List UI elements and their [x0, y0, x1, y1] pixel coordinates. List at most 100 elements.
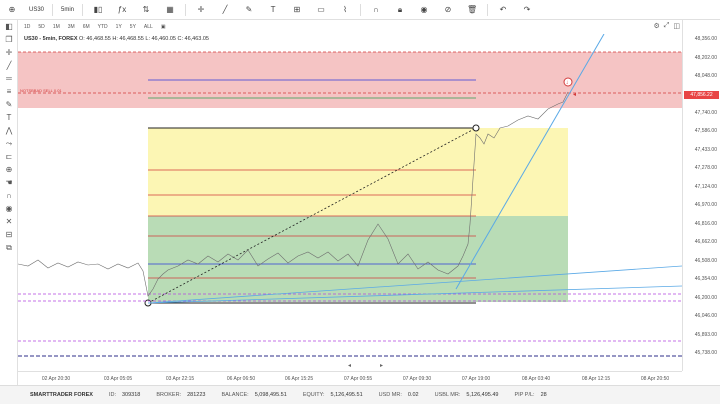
trash-icon[interactable]: 🗑︎	[460, 0, 484, 20]
time-label: 06 Apr 15:25	[284, 376, 314, 382]
line-tool-icon[interactable]: ╱	[213, 0, 237, 20]
fib-anchor-end[interactable]	[472, 124, 480, 132]
visibility-icon[interactable]: ◉	[412, 0, 436, 20]
time-axis[interactable]: 02 Apr 20:30 03 Apr 05:05 03 Apr 22:15 0…	[18, 371, 682, 385]
order-label[interactable]: NOTSBBAD SELL 0.01	[20, 88, 62, 93]
add-symbol-icon[interactable]: ⊕	[0, 0, 24, 20]
fullscreen-icon[interactable]: ⤢	[664, 22, 670, 30]
crosshair-icon[interactable]: ✛	[0, 46, 18, 59]
time-label: 02 Apr 20:30	[41, 376, 71, 382]
scroll-right-icon[interactable]: ▸	[380, 363, 383, 369]
trend-line-icon[interactable]: ╱	[0, 59, 18, 72]
range-1m[interactable]: 1M	[49, 24, 64, 30]
range-6m[interactable]: 6M	[79, 24, 94, 30]
range-3m[interactable]: 3M	[64, 24, 79, 30]
layers-icon[interactable]: ◧	[0, 20, 18, 33]
settings-icon[interactable]: ⚙	[653, 22, 659, 30]
price-label: 46,354.00	[694, 276, 717, 282]
range-5y[interactable]: 5Y	[126, 24, 140, 30]
price-label: 46,046.00	[694, 313, 717, 319]
usbl-mr-label: USBL MR:	[434, 392, 461, 398]
cursor-icon[interactable]: ✛	[189, 0, 213, 20]
price-label: 47,586.00	[694, 128, 717, 134]
range-5d[interactable]: 5D	[34, 24, 48, 30]
pattern-tool-icon[interactable]: ⋀	[0, 124, 18, 137]
chart-canvas[interactable]: ↓ ◂ ◂ ▸	[17, 33, 683, 371]
balance-value: 5,098,495.51	[254, 392, 287, 398]
range-1d[interactable]: 1D	[20, 24, 34, 30]
price-label: 45,893.00	[694, 332, 717, 338]
price-axis[interactable]: 48,356.00 48,202.00 48,048.00 47,856.22 …	[682, 20, 720, 371]
usbl-mr-value: 5,126,495.49	[466, 392, 499, 398]
lock-tool-icon[interactable]: ⊟	[0, 228, 18, 241]
pen-icon[interactable]: ✎	[237, 0, 261, 20]
eye-tool-icon[interactable]: ◉	[0, 202, 18, 215]
time-label: 03 Apr 05:05	[103, 376, 133, 382]
time-label: 03 Apr 22:15	[165, 376, 195, 382]
time-label: 07 Apr 00:55	[343, 376, 373, 382]
forecast-icon[interactable]: ⤳	[0, 137, 18, 150]
equity-label: EQUITY:	[302, 392, 325, 398]
id-value: 309318	[121, 392, 141, 398]
pip-label: PIP P/L:	[514, 392, 535, 398]
balance-label: BALANCE:	[221, 392, 249, 398]
screenshot-icon[interactable]: ◫	[673, 22, 680, 30]
compare-icon[interactable]: ⇅	[134, 0, 158, 20]
copy-icon[interactable]: ❐	[0, 33, 18, 46]
usd-mr-label: USD MR:	[378, 392, 402, 398]
brush-icon[interactable]: ✎	[0, 98, 18, 111]
fib-icon[interactable]: ≡	[0, 85, 18, 98]
time-label: 08 Apr 20:50	[640, 376, 670, 382]
text-tool-icon[interactable]: T	[0, 111, 18, 124]
account-id: ID: 309318	[101, 392, 148, 398]
time-label: 07 Apr 09:30	[402, 376, 432, 382]
stack-icon[interactable]: ⧉	[0, 241, 18, 254]
sell-order-arrow-icon: ↓	[566, 80, 569, 86]
hide-icon[interactable]: ⊘	[436, 0, 460, 20]
chart-pane[interactable]: ↓ ◂ ◂ ▸	[17, 33, 683, 371]
candle-type-icon[interactable]: ▮▯	[86, 0, 110, 20]
lock-icon[interactable]: 🔒︎	[388, 0, 412, 20]
range-1y[interactable]: 1Y	[112, 24, 126, 30]
magnet-tool-icon[interactable]: ∩	[0, 189, 18, 202]
measure-icon[interactable]: ⊞	[285, 0, 309, 20]
calendar-icon[interactable]: ▣	[157, 24, 170, 30]
symbol-selector[interactable]: US30	[24, 0, 49, 20]
price-label: 46,508.00	[694, 258, 717, 264]
usbl-mr-info: USBL MR: 5,126,495.49	[427, 392, 507, 398]
equity-info: EQUITY: 5,126,495.51	[295, 392, 371, 398]
price-label: 46,816.00	[694, 221, 717, 227]
ruler-icon[interactable]: ⊏	[0, 150, 18, 163]
shape-icon[interactable]: ▭	[309, 0, 333, 20]
text-icon[interactable]: T	[261, 0, 285, 20]
scroll-left-icon[interactable]: ◂	[348, 363, 351, 369]
time-label: 07 Apr 19:00	[461, 376, 491, 382]
time-label: 08 Apr 03:40	[521, 376, 551, 382]
price-label: 47,124.00	[694, 184, 717, 190]
redo-icon[interactable]: ↷	[515, 0, 539, 20]
green-zone	[148, 216, 568, 302]
left-drawing-toolbar: ◧ ❐ ✛ ╱ ═ ≡ ✎ T ⋀ ⤳ ⊏ ⊕ ☚ ∩ ◉ ✕ ⊟ ⧉	[0, 20, 18, 390]
range-all[interactable]: ALL	[140, 24, 157, 30]
horizontal-line-icon[interactable]: ═	[0, 72, 18, 85]
legend-ohlc: O: 46,468.55 H: 46,468.55 L: 46,460.05 C…	[79, 36, 209, 42]
time-label: 06 Apr 06:50	[226, 376, 256, 382]
hand-icon[interactable]: ☚	[0, 176, 18, 189]
price-label: 45,738.00	[694, 350, 717, 356]
id-label: ID:	[108, 392, 116, 398]
timeframe-selector[interactable]: 5min	[56, 0, 79, 20]
indicator-icon[interactable]: ƒx	[110, 0, 134, 20]
broker-info: BROKER: 281223	[148, 392, 213, 398]
undo-icon[interactable]: ↶	[491, 0, 515, 20]
broker-value: 281223	[187, 392, 206, 398]
pattern-icon[interactable]: ⌇	[333, 0, 357, 20]
magnet-icon[interactable]: ∩	[364, 0, 388, 20]
delete-tool-icon[interactable]: ✕	[0, 215, 18, 228]
layout-icon[interactable]: ▦	[158, 0, 182, 20]
range-ytd[interactable]: YTD	[94, 24, 112, 30]
chart-settings-group: ⚙ ⤢ ◫	[653, 22, 680, 30]
broker-label: BROKER:	[156, 392, 182, 398]
zoom-icon[interactable]: ⊕	[0, 163, 18, 176]
pip-info: PIP P/L: 28	[507, 392, 555, 398]
current-price-badge: 47,856.22	[684, 91, 719, 99]
